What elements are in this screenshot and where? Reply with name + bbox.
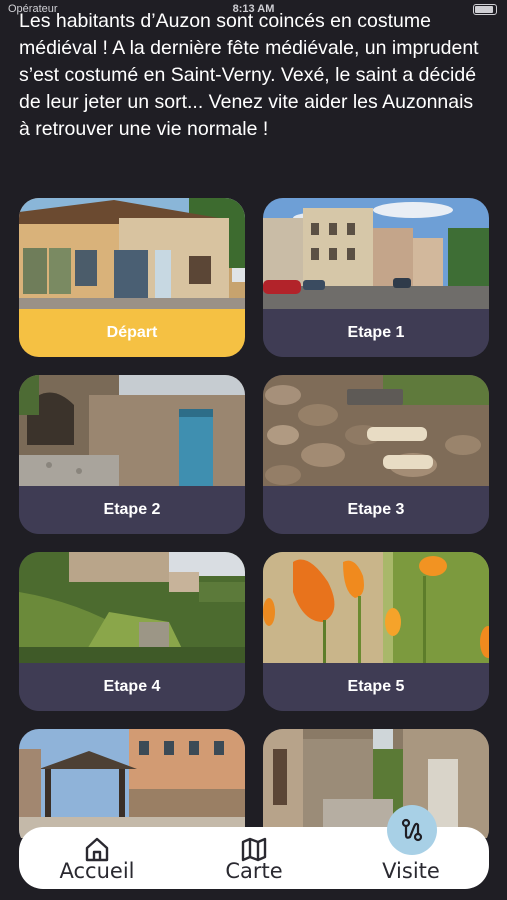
step-label: Etape 4 [19,663,245,711]
step-label: Etape 5 [263,663,489,711]
step-card-etape-4[interactable]: Etape 4 [19,552,245,711]
route-icon [401,818,423,842]
village-shop-photo [19,198,245,309]
step-label: Départ [19,309,245,357]
step-label: Etape 3 [263,486,489,534]
stone-wall-signs-photo [263,375,489,486]
steps-grid: Départ Etape 1 Etape 2 Etape 3 Etape 4 E… [19,198,489,838]
step-label: Etape 2 [19,486,245,534]
step-card-etape-1[interactable]: Etape 1 [263,198,489,357]
village-street-photo [263,198,489,309]
stone-wall-blue-door-photo [19,375,245,486]
tab-visite-active-indicator[interactable] [387,805,437,855]
step-card-etape-5[interactable]: Etape 5 [263,552,489,711]
intro-text: Les habitants d’Auzon sont coincés en co… [19,10,479,140]
narrow-alley-photo [263,729,489,838]
step-label: Etape 1 [263,309,489,357]
step-card-etape-6[interactable] [19,729,245,838]
tab-label: Visite [382,859,440,883]
step-card-etape-3[interactable]: Etape 3 [263,375,489,534]
step-card-etape-7[interactable] [263,729,489,838]
tab-accueil[interactable]: Accueil [19,827,175,889]
home-icon [85,837,109,862]
tab-carte[interactable]: Carte [176,827,332,889]
hillside-village-photo [19,552,245,663]
step-card-etape-2[interactable]: Etape 2 [19,375,245,534]
map-icon [241,837,267,862]
step-card-depart[interactable]: Départ [19,198,245,357]
covered-market-photo [19,729,245,838]
orange-poppies-photo [263,552,489,663]
